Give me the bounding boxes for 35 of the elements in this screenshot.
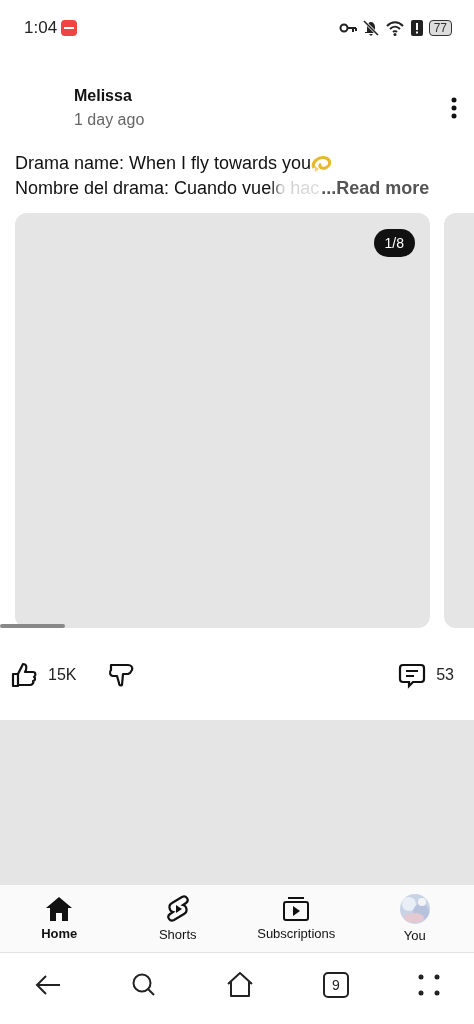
home-icon [45, 896, 74, 922]
nav-tab[interactable]: Subscriptions [237, 885, 356, 952]
muted-bell-icon [362, 19, 379, 36]
key-icon [338, 22, 357, 33]
more-options-button[interactable] [450, 97, 458, 119]
comment-count: 53 [436, 666, 454, 684]
nav-tab[interactable]: Shorts [118, 885, 237, 952]
comment-icon [398, 661, 427, 689]
post-text-line: Drama name: When I fly towards you [15, 153, 312, 174]
post-time: 1 day ago [74, 111, 146, 129]
status-time: 1:04 [24, 17, 58, 38]
author-name: Melissa [74, 87, 133, 105]
nav-tab[interactable]: Home [0, 885, 119, 952]
house-icon [226, 970, 254, 999]
thumbs-up-icon [10, 661, 38, 689]
read-more-link[interactable]: ...Read more [321, 178, 430, 199]
comments-button[interactable]: 53 [398, 661, 454, 689]
like-button[interactable]: 15K [10, 661, 77, 689]
home-button[interactable] [226, 970, 254, 999]
nav-tab[interactable]: You [355, 885, 474, 952]
tabs-button[interactable]: 9 [322, 971, 349, 998]
back-arrow-icon [34, 973, 63, 996]
wifi-icon [384, 19, 405, 36]
like-count: 15K [48, 666, 77, 684]
dots-grid-icon [417, 973, 440, 996]
dizzy-star-icon [311, 153, 334, 174]
menu-button[interactable] [417, 973, 440, 996]
battery-level: 77 [428, 19, 452, 36]
back-button[interactable] [34, 973, 63, 996]
subscriptions-icon [282, 896, 311, 922]
app-notification-icon [61, 19, 78, 36]
image-counter: 1/8 [373, 229, 415, 257]
alert-icon [410, 19, 423, 36]
shorts-icon [165, 895, 190, 923]
more-icon [450, 97, 458, 119]
